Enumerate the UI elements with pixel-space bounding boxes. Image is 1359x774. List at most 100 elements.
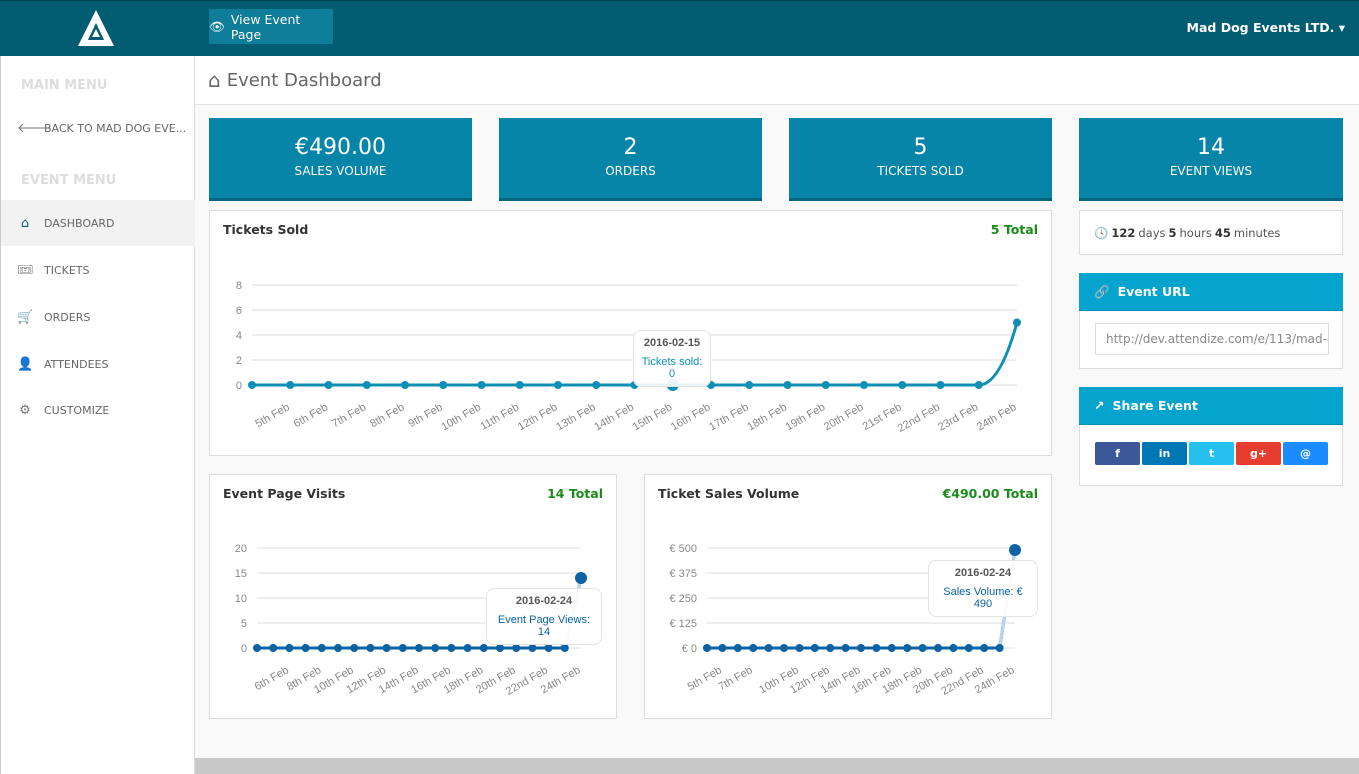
data-point bbox=[841, 644, 850, 652]
link-icon: 🔗 bbox=[1094, 283, 1110, 299]
data-point bbox=[821, 381, 830, 389]
eye-icon: 👁 bbox=[209, 18, 225, 34]
caret-down-icon: ▾ bbox=[1338, 20, 1345, 35]
stat-sales-volume: €490.00 SALES VOLUME bbox=[209, 118, 472, 201]
data-point bbox=[286, 381, 295, 389]
data-point bbox=[857, 644, 865, 652]
data-point bbox=[995, 644, 1004, 652]
gear-icon: ⚙ bbox=[19, 402, 31, 418]
data-point bbox=[477, 381, 486, 389]
back-to-organiser-link[interactable]: 🡐 BACK TO MAD DOG EVE... bbox=[1, 105, 195, 151]
user-icon: 👤 bbox=[17, 356, 34, 372]
data-point bbox=[795, 644, 804, 652]
x-tick-label: 15th Feb bbox=[631, 401, 675, 433]
facebook-icon: f bbox=[1115, 447, 1120, 460]
data-point bbox=[1009, 544, 1021, 556]
data-point bbox=[887, 644, 896, 652]
data-point bbox=[745, 381, 754, 389]
data-point bbox=[301, 644, 310, 652]
event-url-body bbox=[1079, 311, 1343, 369]
chart-tooltip: 2016-02-24 Event Page Views: 14 bbox=[486, 588, 602, 645]
sidebar-item-orders[interactable]: 🛒 ORDERS bbox=[1, 294, 195, 340]
sidebar-item-tickets[interactable]: 🎟 TICKETS bbox=[1, 247, 195, 293]
data-point bbox=[964, 644, 973, 652]
x-tick-label: 22nd Feb bbox=[896, 401, 942, 435]
arrow-left-icon: 🡐 bbox=[17, 121, 52, 136]
sidebar-item-customize[interactable]: ⚙ CUSTOMIZE bbox=[1, 387, 195, 433]
y-tick-label: 15 bbox=[235, 568, 247, 580]
data-point bbox=[872, 644, 881, 652]
share-linkedin-button[interactable]: in bbox=[1142, 442, 1187, 465]
google-plus-icon: g+ bbox=[1249, 447, 1268, 460]
data-point bbox=[528, 644, 537, 652]
x-tick-label: 17th Feb bbox=[707, 401, 751, 433]
x-tick-label: 12th Feb bbox=[516, 401, 560, 433]
data-point bbox=[718, 644, 727, 652]
data-point bbox=[554, 381, 562, 389]
data-point bbox=[463, 644, 472, 652]
data-point bbox=[479, 644, 488, 652]
x-tick-label: 5th Feb bbox=[686, 664, 724, 693]
data-point bbox=[496, 644, 504, 652]
y-tick-label: € 250 bbox=[669, 593, 697, 605]
y-tick-label: 6 bbox=[236, 305, 242, 317]
sidebar: MAIN MENU 🡐 BACK TO MAD DOG EVE... EVENT … bbox=[0, 56, 195, 774]
data-point bbox=[898, 381, 907, 389]
x-tick-label: 24th Feb bbox=[975, 401, 1019, 433]
data-point bbox=[362, 381, 371, 389]
x-tick-label: 18th Feb bbox=[745, 401, 789, 433]
share-twitter-button[interactable]: t bbox=[1189, 442, 1234, 465]
data-point bbox=[903, 644, 912, 652]
y-tick-label: 0 bbox=[241, 643, 247, 655]
sidebar-item-attendees[interactable]: 👤 ATTENDEES bbox=[1, 341, 195, 387]
data-point bbox=[764, 644, 773, 652]
event-url-input[interactable] bbox=[1095, 323, 1329, 355]
data-point bbox=[949, 644, 958, 652]
sidebar-item-dashboard[interactable]: ⌂ DASHBOARD bbox=[1, 200, 195, 246]
data-point bbox=[253, 644, 261, 652]
x-tick-label: 6th Feb bbox=[292, 401, 330, 430]
data-point bbox=[1013, 318, 1021, 327]
view-event-page-button[interactable]: 👁 View Event Page bbox=[209, 9, 333, 44]
organiser-dropdown[interactable]: Mad Dog Events LTD. ▾ bbox=[1187, 20, 1345, 35]
data-point bbox=[382, 644, 391, 652]
data-point bbox=[826, 644, 835, 652]
data-point bbox=[733, 644, 742, 652]
chart-tooltip: 2016-02-15 Tickets sold: 0 bbox=[633, 330, 711, 387]
y-tick-label: 0 bbox=[236, 380, 242, 392]
home-icon: ⌂ bbox=[208, 68, 221, 92]
data-point bbox=[980, 644, 989, 652]
data-point bbox=[366, 644, 375, 652]
x-tick-label: 13th Feb bbox=[554, 401, 598, 433]
chart-tooltip: 2016-02-24 Sales Volume: € 490 bbox=[928, 560, 1038, 617]
tickets-sold-chart: 0 2 4 6 8 5th Feb 6th Feb 7th Feb 8th Feb 9th Feb… bbox=[236, 280, 1021, 435]
data-point bbox=[810, 644, 819, 652]
share-facebook-button[interactable]: f bbox=[1095, 442, 1140, 465]
tickets-sold-chart-panel: Tickets Sold 5 Total 0 2 4 6 8 5th Feb 6th Feb… bbox=[209, 210, 1052, 456]
y-tick-label: 8 bbox=[236, 280, 242, 292]
data-point bbox=[324, 381, 333, 389]
stat-tickets-sold: 5 TICKETS SOLD bbox=[789, 118, 1052, 201]
y-tick-label: 5 bbox=[241, 618, 247, 630]
main-menu-heading: MAIN MENU bbox=[21, 78, 108, 93]
data-point bbox=[936, 381, 945, 389]
share-event-header: ↗ Share Event bbox=[1079, 387, 1343, 425]
y-tick-label: 4 bbox=[236, 330, 242, 342]
share-google-plus-button[interactable]: g+ bbox=[1236, 442, 1281, 465]
share-icon: ↗ bbox=[1094, 398, 1105, 413]
x-tick-label: 7th Feb bbox=[330, 401, 368, 430]
y-tick-label: 20 bbox=[235, 543, 247, 555]
data-point bbox=[512, 644, 521, 652]
y-tick-label: € 500 bbox=[669, 543, 697, 555]
x-tick-label: 6th Feb bbox=[253, 664, 291, 693]
x-tick-label: 7th Feb bbox=[716, 664, 754, 693]
data-point bbox=[592, 381, 601, 389]
top-navbar: 👁 View Event Page Mad Dog Events LTD. ▾ bbox=[0, 0, 1359, 56]
y-tick-label: 2 bbox=[236, 355, 242, 367]
horizontal-scrollbar[interactable] bbox=[195, 758, 1359, 774]
data-point bbox=[934, 644, 942, 652]
clock-icon: 🕓 bbox=[1094, 225, 1109, 240]
y-tick-label: € 375 bbox=[669, 568, 697, 580]
share-email-button[interactable]: @ bbox=[1283, 442, 1328, 465]
attendize-logo[interactable] bbox=[78, 10, 114, 46]
